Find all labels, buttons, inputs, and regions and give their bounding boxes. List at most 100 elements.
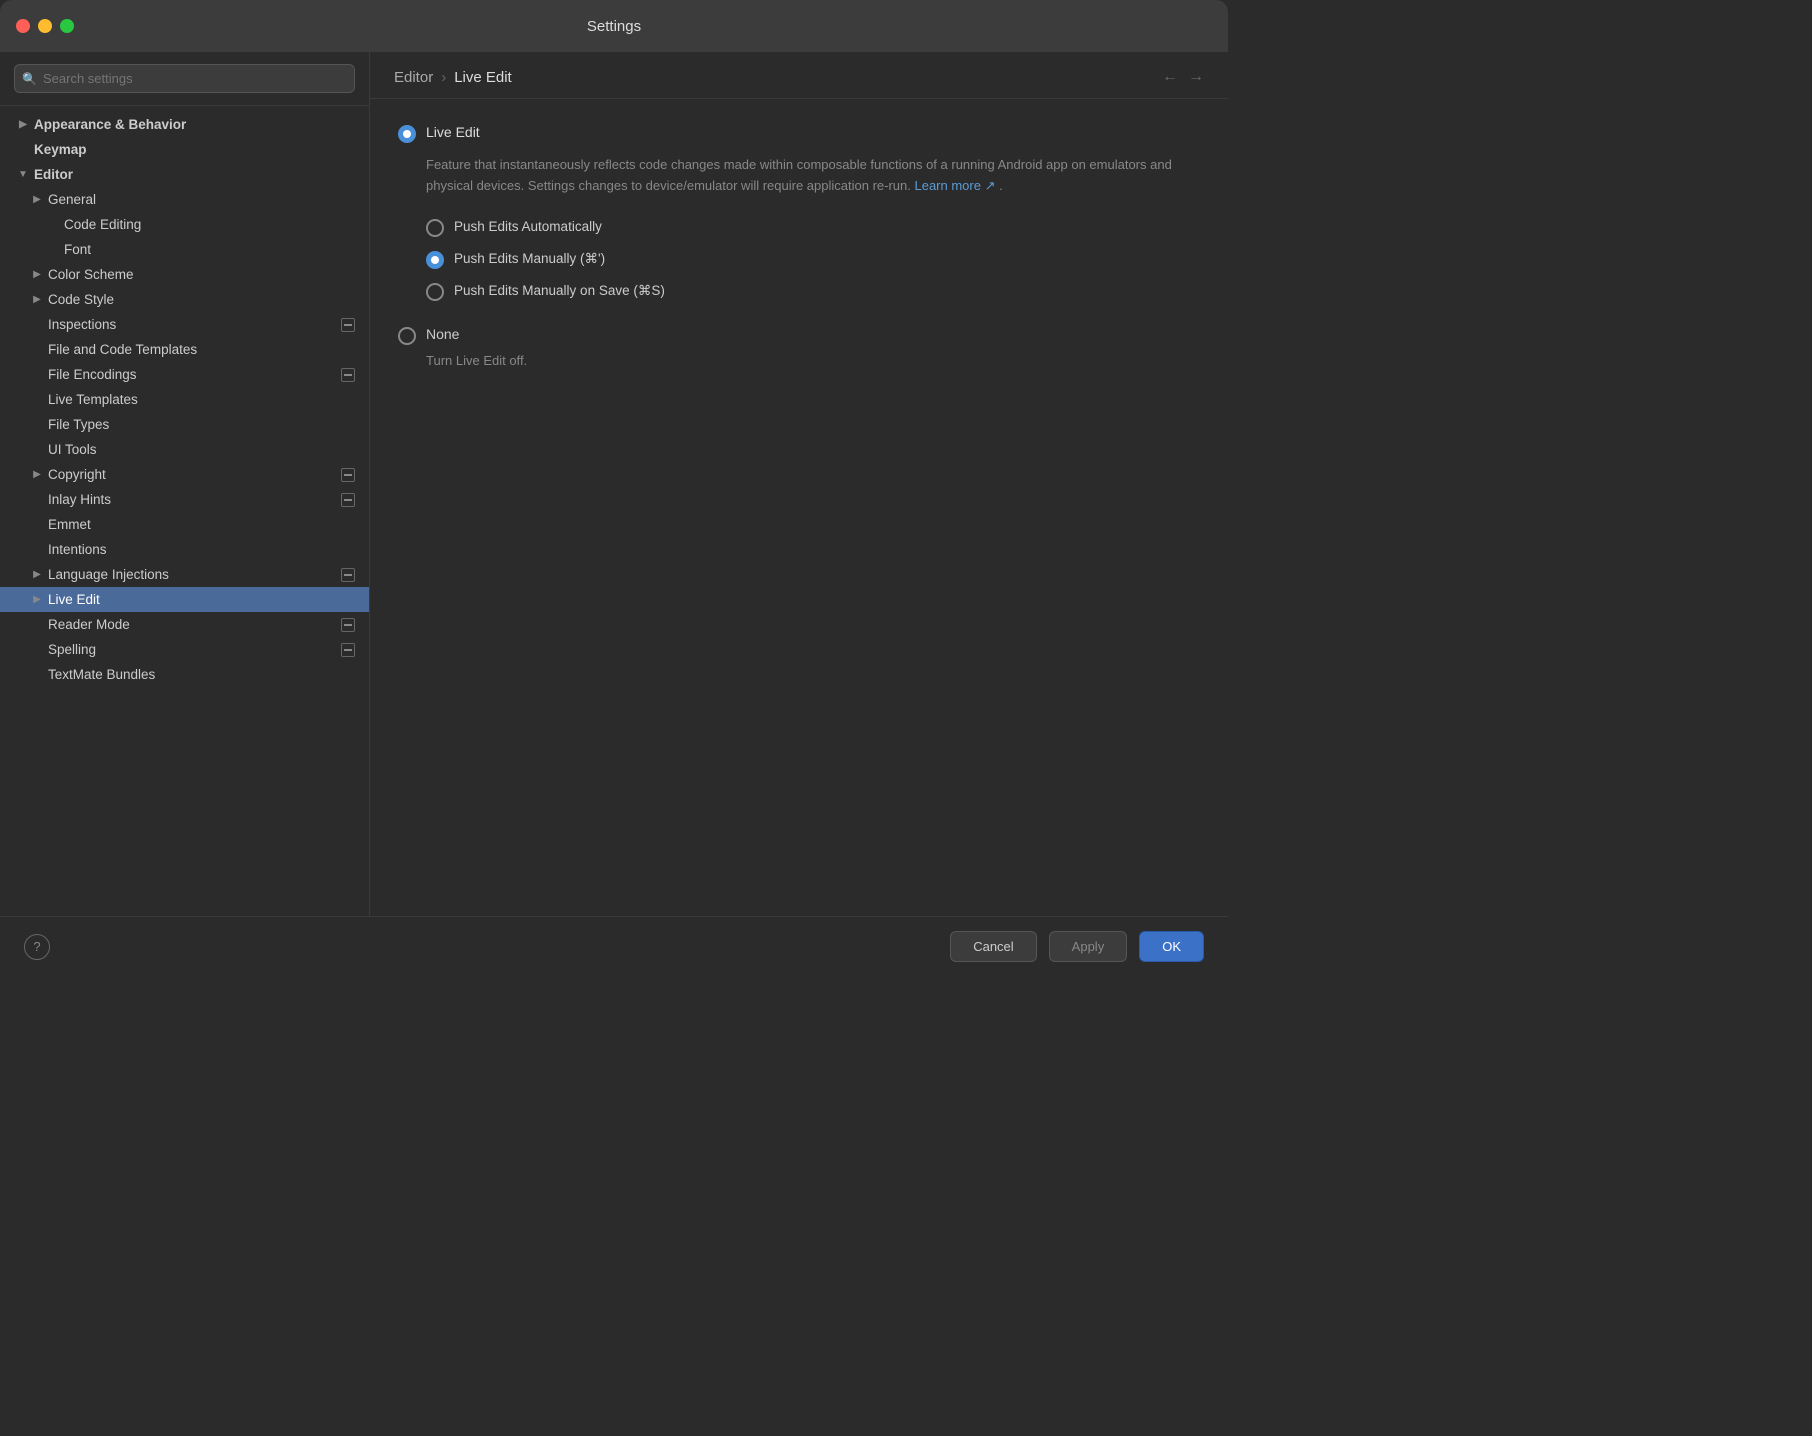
- close-button[interactable]: [16, 19, 30, 33]
- push-auto-radio[interactable]: [426, 219, 444, 237]
- sidebar-item-label: Spelling: [48, 642, 96, 657]
- live-edit-section: Live Edit: [398, 123, 1200, 143]
- push-save-label: Push Edits Manually on Save (⌘S): [454, 283, 665, 299]
- sidebar-item-emmet[interactable]: Emmet: [0, 512, 369, 537]
- sidebar-item-file-encodings[interactable]: File Encodings: [0, 362, 369, 387]
- sidebar-item-label: Appearance & Behavior: [34, 117, 186, 132]
- sidebar-item-textmate-bundles[interactable]: TextMate Bundles: [0, 662, 369, 687]
- sidebar-item-intentions[interactable]: Intentions: [0, 537, 369, 562]
- sidebar-item-live-templates[interactable]: Live Templates: [0, 387, 369, 412]
- sidebar-item-label: TextMate Bundles: [48, 667, 155, 682]
- nav-badge-icon: [341, 468, 355, 482]
- sidebar-item-spelling[interactable]: Spelling: [0, 637, 369, 662]
- push-manual-row: Push Edits Manually (⌘'): [426, 249, 1200, 269]
- chevron-icon: ▶: [30, 268, 44, 282]
- sidebar-item-label: Inlay Hints: [48, 492, 111, 507]
- sidebar-item-label: Code Style: [48, 292, 114, 307]
- push-auto-label: Push Edits Automatically: [454, 219, 602, 234]
- live-edit-label: Live Edit: [426, 124, 480, 140]
- nav-badge-icon: [341, 643, 355, 657]
- push-manual-label: Push Edits Manually (⌘'): [454, 251, 605, 267]
- minimize-button[interactable]: [38, 19, 52, 33]
- sidebar-item-label: Copyright: [48, 467, 106, 482]
- breadcrumb-separator: ›: [441, 69, 446, 86]
- sidebar-item-label: File Encodings: [48, 367, 137, 382]
- chevron-icon: ▶: [30, 193, 44, 207]
- sidebar-item-label: Code Editing: [64, 217, 141, 232]
- sidebar-item-language-injections[interactable]: ▶ Language Injections: [0, 562, 369, 587]
- chevron-icon: ▼: [16, 168, 30, 182]
- sidebar-item-editor[interactable]: ▼ Editor: [0, 162, 369, 187]
- none-radio[interactable]: [398, 327, 416, 345]
- forward-arrow[interactable]: →: [1188, 68, 1204, 86]
- nav-badge-icon: [341, 368, 355, 382]
- search-container: 🔍: [0, 52, 369, 106]
- sidebar-item-label: Language Injections: [48, 567, 169, 582]
- sidebar-item-color-scheme[interactable]: ▶ Color Scheme: [0, 262, 369, 287]
- sidebar-item-font[interactable]: Font: [0, 237, 369, 262]
- none-section: None: [398, 325, 1200, 345]
- sidebar-item-general[interactable]: ▶ General: [0, 187, 369, 212]
- sidebar-item-label: Emmet: [48, 517, 91, 532]
- ok-button[interactable]: OK: [1139, 931, 1204, 962]
- sidebar-item-reader-mode[interactable]: Reader Mode: [0, 612, 369, 637]
- breadcrumb-current: Live Edit: [454, 69, 512, 86]
- sidebar-item-inspections[interactable]: Inspections: [0, 312, 369, 337]
- nav-list: ▶ Appearance & Behavior Keymap ▼ Editor ▶ Gene…: [0, 106, 369, 916]
- back-arrow[interactable]: ←: [1162, 68, 1178, 86]
- chevron-icon: ▶: [16, 118, 30, 132]
- sidebar-item-label: Keymap: [34, 142, 87, 157]
- push-save-row: Push Edits Manually on Save (⌘S): [426, 281, 1200, 301]
- live-edit-desc-text: Feature that instantaneously reflects co…: [426, 157, 1172, 193]
- sidebar-item-inlay-hints[interactable]: Inlay Hints: [0, 487, 369, 512]
- nav-badge-icon: [341, 618, 355, 632]
- nav-arrows: ← →: [1162, 68, 1204, 86]
- footer-right: Cancel Apply OK: [950, 931, 1204, 962]
- traffic-lights: [16, 19, 74, 33]
- sidebar-item-code-style[interactable]: ▶Code Style: [0, 287, 369, 312]
- search-input[interactable]: [14, 64, 355, 93]
- panel-header: Editor › Live Edit ← →: [370, 52, 1228, 99]
- search-icon: 🔍: [22, 72, 37, 86]
- push-options-group: Push Edits Automatically Push Edits Manu…: [426, 217, 1200, 301]
- right-panel: Editor › Live Edit ← → Live Edit Feature…: [370, 52, 1228, 916]
- sidebar-item-label: General: [48, 192, 96, 207]
- main-content: 🔍 ▶ Appearance & Behavior Keymap ▼ Editor ▶ Ge…: [0, 52, 1228, 916]
- push-manual-radio[interactable]: [426, 251, 444, 269]
- apply-button[interactable]: Apply: [1049, 931, 1128, 962]
- panel-body: Live Edit Feature that instantaneously r…: [370, 99, 1228, 916]
- sidebar-item-label: Live Edit: [48, 592, 100, 607]
- cancel-button[interactable]: Cancel: [950, 931, 1036, 962]
- title-bar: Settings: [0, 0, 1228, 52]
- maximize-button[interactable]: [60, 19, 74, 33]
- sidebar-item-label: Intentions: [48, 542, 107, 557]
- search-wrapper: 🔍: [14, 64, 355, 93]
- sidebar-item-label: Font: [64, 242, 91, 257]
- sidebar-item-ui-tools[interactable]: UI Tools: [0, 437, 369, 462]
- chevron-icon: ▶: [30, 568, 44, 582]
- sidebar-item-file-types[interactable]: File Types: [0, 412, 369, 437]
- breadcrumb-parent: Editor: [394, 69, 433, 86]
- none-description: Turn Live Edit off.: [426, 353, 1200, 368]
- sidebar-item-label: Editor: [34, 167, 73, 182]
- sidebar-item-label: Color Scheme: [48, 267, 134, 282]
- sidebar-item-keymap[interactable]: Keymap: [0, 137, 369, 162]
- footer-left: ?: [24, 934, 50, 960]
- nav-badge-icon: [341, 318, 355, 332]
- live-edit-radio[interactable]: [398, 125, 416, 143]
- push-save-radio[interactable]: [426, 283, 444, 301]
- sidebar-item-appearance[interactable]: ▶ Appearance & Behavior: [0, 112, 369, 137]
- nav-badge-icon: [341, 568, 355, 582]
- sidebar-item-file-code-templates[interactable]: File and Code Templates: [0, 337, 369, 362]
- sidebar-item-code-editing[interactable]: Code Editing: [0, 212, 369, 237]
- help-button[interactable]: ?: [24, 934, 50, 960]
- learn-more-link[interactable]: Learn more ↗: [914, 178, 995, 193]
- push-auto-row: Push Edits Automatically: [426, 217, 1200, 237]
- live-edit-description: Feature that instantaneously reflects co…: [426, 155, 1200, 197]
- sidebar-item-live-edit[interactable]: ▶ Live Edit: [0, 587, 369, 612]
- chevron-icon: ▶: [30, 468, 44, 482]
- nav-badge-icon: [341, 493, 355, 507]
- window-title: Settings: [587, 18, 641, 35]
- sidebar-item-copyright[interactable]: ▶ Copyright: [0, 462, 369, 487]
- chevron-icon: ▶: [30, 593, 44, 607]
